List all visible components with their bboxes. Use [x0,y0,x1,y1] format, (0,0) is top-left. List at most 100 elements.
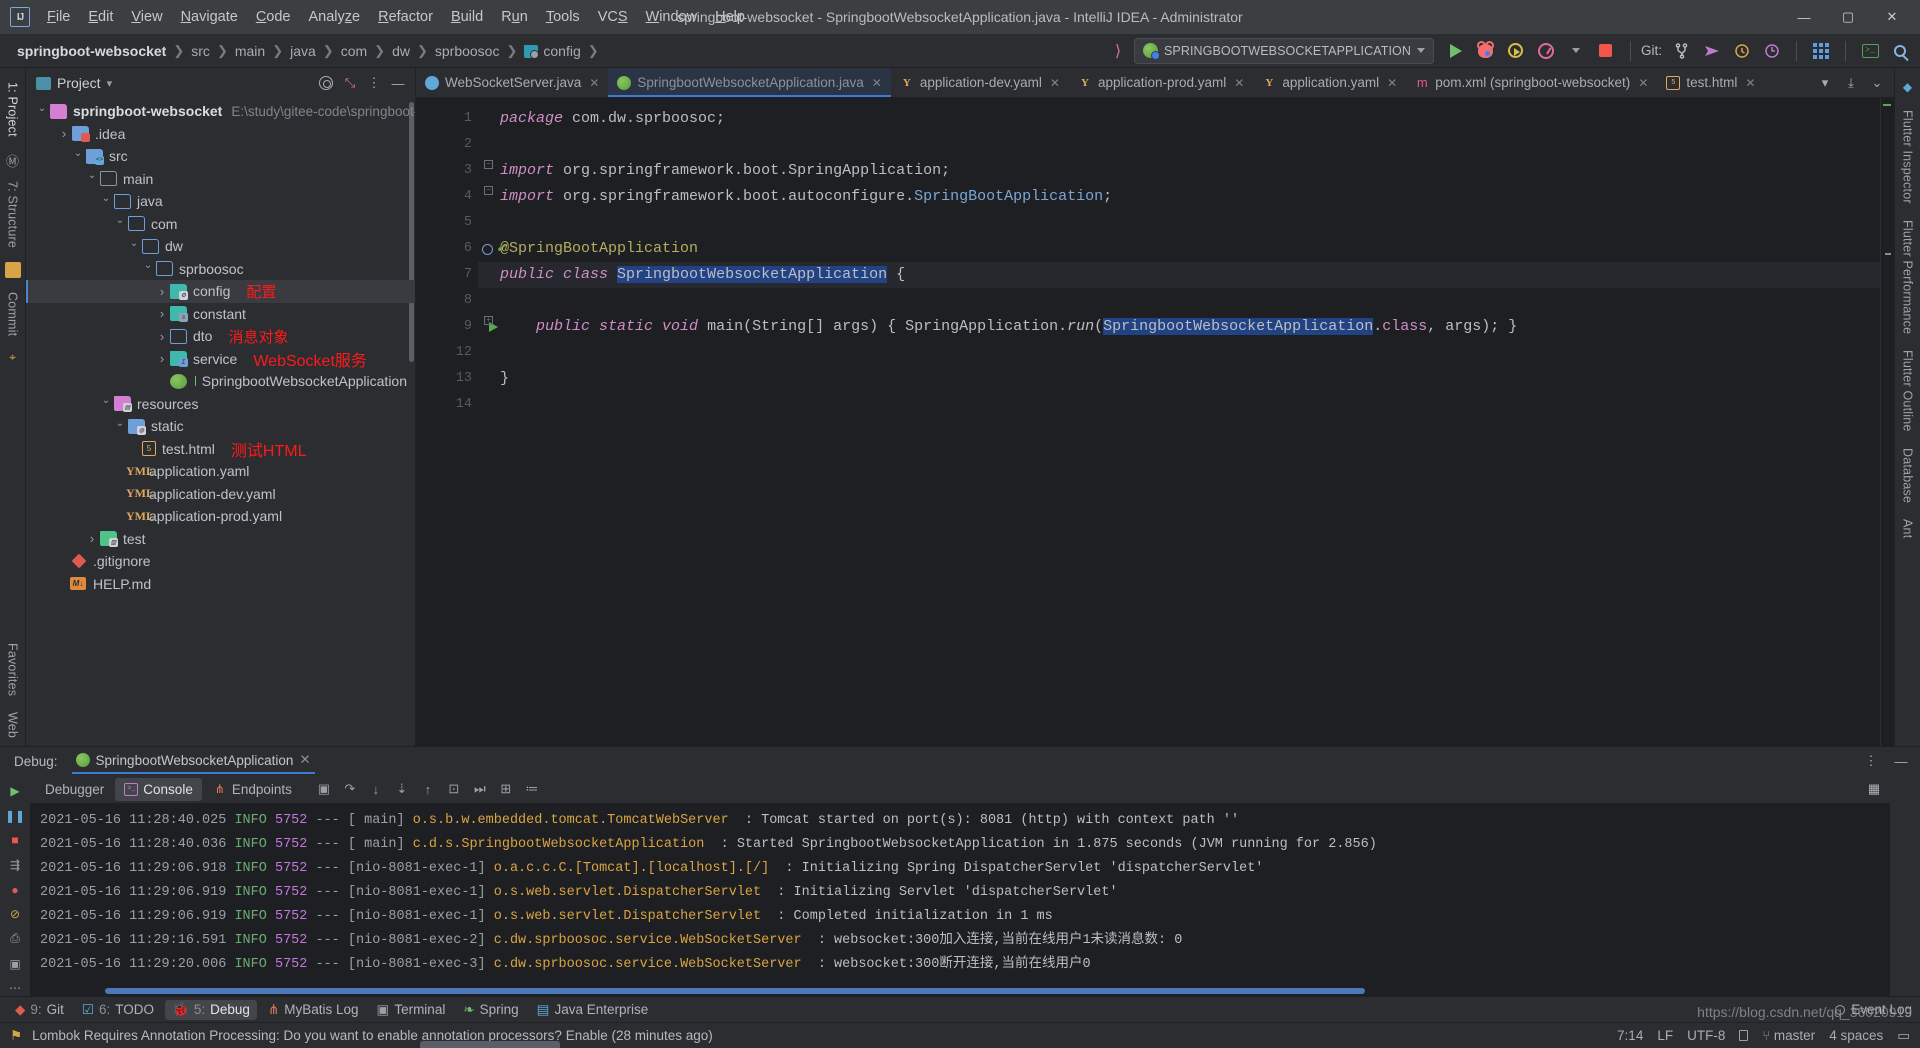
menu-item-file[interactable]: File [38,5,79,29]
menu-item-refactor[interactable]: Refactor [369,5,442,29]
sidebar-item-flutter-performance[interactable]: Flutter Performance [1901,212,1915,342]
editor-tab-springbootwebsocketapplication[interactable]: SpringbootWebsocketApplication.java ✕ [608,68,892,97]
tab-debugger[interactable]: Debugger [36,778,113,801]
show-execution-point-icon[interactable]: ▣ [313,778,335,800]
database-strip-icon[interactable] [4,261,21,278]
caret-position[interactable]: 7:14 [1617,1028,1643,1043]
tree-node-static[interactable]: ◍ static [26,415,415,438]
console-output[interactable]: 2021-05-16 11:28:40.025 INFO 5752 --- [ … [30,803,1890,996]
sidebar-item-commit[interactable]: Commit [6,284,20,344]
tree-node-application-yaml[interactable]: YML application.yaml [26,460,415,483]
tab-endpoints[interactable]: ⋔ Endpoints [204,778,301,801]
chevron-right-icon[interactable] [154,351,170,366]
tree-node-com[interactable]: com [26,213,415,236]
close-icon[interactable]: ✕ [1234,76,1244,90]
editor-tab-websocketserver[interactable]: WebSocketServer.java ✕ [416,68,608,97]
console-horizontal-scrollbar[interactable] [105,988,1365,994]
breadcrumb-item-com[interactable]: com [338,41,370,61]
debug-more-options-button[interactable]: ⋮ [1860,750,1882,772]
download-sources-icon[interactable]: ⤓ [1840,72,1862,94]
editor-gutter[interactable]: 1 2 3 4 5 6 ✔ 7 8 9 12 13 14 [416,98,506,746]
terminal-button[interactable]: >_ [1856,37,1884,65]
tree-node-service[interactable]: Σ service WebSocket服务 [26,348,415,371]
commit-strip-icon[interactable]: ⌖ [5,350,21,366]
restore-layout-icon[interactable]: ⇶ [7,857,23,873]
tree-node-application-dev-yaml[interactable]: YML application-dev.yaml [26,483,415,506]
menu-item-tools[interactable]: Tools [537,5,589,29]
print-icon[interactable]: ⎙ [7,931,23,947]
chevron-right-icon[interactable] [154,329,170,344]
close-button[interactable]: ✕ [1870,1,1914,33]
sidebar-item-ant[interactable]: Ant [1901,511,1915,546]
maven-strip-icon[interactable]: Ⓜ [5,151,21,169]
flutter-inspector-strip-icon[interactable]: ◆ [1900,80,1916,96]
tab-todo[interactable]: ☑ 6: TODO [75,1000,161,1020]
stop-icon[interactable]: ■ [7,832,23,848]
breadcrumb-item-main[interactable]: main [232,41,268,61]
git-branch[interactable]: ⑂ master [1762,1028,1815,1043]
editor-tab-application-yaml[interactable]: Y application.yaml ✕ [1253,68,1406,97]
tab-git[interactable]: ◆ 9: Git [8,1000,71,1020]
hide-tool-window-button[interactable]: — [387,72,409,94]
tree-node-test[interactable]: ▥ test [26,528,415,551]
close-icon[interactable]: ✕ [1387,76,1397,90]
tree-node-idea[interactable]: .idea [26,123,415,146]
tab-console[interactable]: >_ Console [115,777,202,801]
file-encoding[interactable]: UTF-8 [1687,1028,1725,1043]
more-icon[interactable]: ⋯ [7,980,23,996]
sidebar-item-web[interactable]: Web [6,704,20,746]
chevron-right-icon[interactable] [84,531,100,546]
run-button[interactable] [1442,37,1470,65]
tree-node-dto[interactable]: dto 消息对象 [26,325,415,348]
sidebar-item-structure[interactable]: 7: Structure [6,173,20,256]
tree-node-src[interactable]: <> src [26,145,415,168]
tree-node-java[interactable]: java [26,190,415,213]
update-project-button[interactable] [1668,37,1696,65]
editor-tab-application-prod-yaml[interactable]: Y application-prod.yaml ✕ [1069,68,1253,97]
editor-tab-pom-xml[interactable]: m pom.xml (springboot-websocket) ✕ [1406,68,1657,97]
tab-mybatis-log[interactable]: ⋔ MyBatis Log [261,1000,366,1020]
chevron-down-icon[interactable] [98,398,114,409]
breadcrumb-item-dw[interactable]: dw [389,41,413,61]
tree-node-gitignore[interactable]: .gitignore [26,550,415,573]
editor-tab-test-html[interactable]: 5 test.html ✕ [1657,68,1764,97]
chevron-right-icon[interactable] [56,126,72,141]
tree-node-springboot-websocket-application[interactable]: SpringbootWebsocketApplication [26,370,415,393]
close-icon[interactable]: ✕ [1050,76,1060,90]
editor-marker-rail[interactable] [1880,98,1894,746]
memory-indicator[interactable]: ▭ [1897,1028,1910,1044]
rollback-button[interactable] [1758,37,1786,65]
evaluate-expression-icon[interactable]: ⏭ [469,778,491,800]
lock-icon[interactable] [1739,1030,1749,1041]
tree-node-springboot-websocket[interactable]: springboot-websocket E:\study\gitee-code… [26,100,415,123]
fold-icon[interactable]: − [484,186,493,195]
force-step-into-icon[interactable]: ⇣ [391,778,413,800]
menu-item-vcs[interactable]: VCS [589,5,637,29]
tree-node-config[interactable]: ⚙ config 配置 [26,280,415,303]
step-out-icon[interactable]: ↑ [417,778,439,800]
tab-debug[interactable]: 🐞 5: Debug [165,999,257,1020]
chevron-down-icon[interactable] [112,421,128,432]
chevron-right-icon[interactable] [154,284,170,299]
chevron-down-icon[interactable] [34,106,50,117]
layout-button[interactable] [1807,37,1835,65]
collapse-all-button[interactable]: ⤡ [339,72,361,94]
breadcrumb-item-java[interactable]: java [287,41,319,61]
run-with-coverage-button[interactable] [1502,37,1530,65]
menu-item-help[interactable]: Help [706,5,754,29]
camera-icon[interactable]: ▣ [7,956,23,972]
more-tabs-icon[interactable]: ⌄ [1866,72,1888,94]
close-icon[interactable]: ✕ [1745,76,1755,90]
debug-hide-button[interactable]: — [1890,750,1912,772]
menu-item-window[interactable]: Window [637,5,707,29]
breadcrumb-item-src[interactable]: src [188,41,213,61]
close-icon[interactable]: ✕ [299,752,310,768]
step-into-icon[interactable]: ↓ [365,778,387,800]
stop-button[interactable] [1592,37,1620,65]
profiler-dropdown[interactable] [1562,37,1590,65]
mute-breakpoints-icon[interactable]: ⊘ [7,906,23,922]
step-over-icon[interactable]: ↷ [339,778,361,800]
menu-item-analyze[interactable]: Analyze [300,5,370,29]
chevron-down-icon[interactable] [98,196,114,207]
debug-layout-settings-icon[interactable]: ▦ [1868,778,1890,800]
